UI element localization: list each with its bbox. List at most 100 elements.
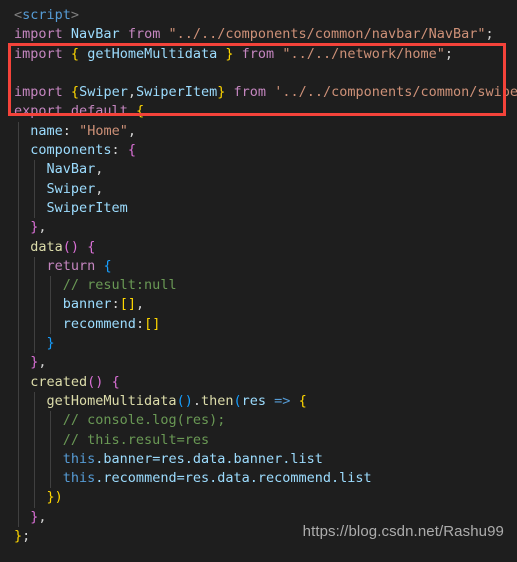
comment-console-log: // console.log(res); [62, 412, 226, 429]
code-line[interactable]: }) [0, 488, 517, 508]
brace-open: { [87, 238, 96, 255]
comment-result-null: // result:null [62, 277, 177, 294]
dot: . [192, 392, 201, 409]
code-line[interactable]: created() { [0, 372, 517, 392]
code-line[interactable]: name: "Home", [0, 121, 517, 142]
arrow-operator: => [274, 392, 291, 409]
indent-guide [18, 430, 19, 450]
code-line[interactable]: // result:null [0, 276, 517, 296]
parens: () [87, 373, 104, 390]
colon: : [111, 296, 120, 313]
comment-this-result: // this.result=res [62, 431, 210, 448]
brace-open: { [70, 45, 80, 62]
code-line[interactable]: recommend:[] [0, 314, 517, 335]
code-line[interactable]: data() { [0, 237, 517, 257]
indent-guide [18, 391, 19, 412]
keyword-import: import [14, 26, 63, 43]
parens: () [176, 392, 193, 409]
indent-guide [34, 334, 35, 354]
keyword-export: export [14, 103, 63, 120]
code-line-blank[interactable] [0, 64, 517, 83]
assignment-recommend: .recommend=res.data.recommend.list [95, 470, 372, 487]
code-line[interactable]: this.banner=res.data.banner.list [0, 449, 517, 470]
tag-open-bracket: < [14, 7, 23, 23]
script-tag-name: script [22, 7, 71, 23]
indent-guide [50, 430, 51, 450]
code-line[interactable]: banner:[], [0, 295, 517, 315]
indent-guide [50, 411, 51, 431]
indent-guide [18, 353, 19, 373]
comma: , [38, 508, 47, 525]
code-line[interactable]: Swiper, [0, 179, 517, 199]
code-line[interactable]: NavBar, [0, 160, 517, 180]
comma: , [127, 84, 136, 101]
comma: , [38, 219, 47, 236]
indent-guide [34, 160, 35, 180]
indent-guide [18, 295, 19, 315]
code-line[interactable]: components: { [0, 141, 517, 161]
indent-guide [18, 372, 19, 392]
indent-guide [18, 218, 19, 238]
indent-guide [18, 449, 19, 470]
paren-open: ( [233, 392, 242, 409]
code-line[interactable]: // this.result=res [0, 430, 517, 450]
brace-close: } [46, 335, 55, 352]
indent-guide [18, 334, 19, 354]
code-line[interactable]: import { getHomeMultidata } from "../../… [0, 45, 517, 64]
property-components: components [30, 142, 112, 159]
brace-open: { [103, 257, 112, 274]
component-swiperitem: SwiperItem [46, 199, 128, 216]
code-line[interactable]: <script> [0, 6, 517, 25]
closing-brace-paren: }) [46, 489, 63, 506]
component-navbar: NavBar [46, 161, 96, 178]
indent-guide [34, 256, 35, 277]
code-line[interactable]: } [0, 334, 517, 354]
comma: , [127, 122, 136, 139]
code-line[interactable]: export default { [0, 102, 517, 121]
code-content[interactable]: <script> import NavBar from "../../compo… [0, 0, 517, 562]
indent-guide [18, 256, 19, 277]
brace-open: { [127, 142, 136, 159]
code-line[interactable]: SwiperItem [0, 198, 517, 219]
code-line[interactable]: }, [0, 353, 517, 373]
keyword-from: from [127, 26, 161, 43]
comma: , [95, 161, 104, 178]
comma: , [95, 180, 104, 197]
code-line[interactable]: // console.log(res); [0, 411, 517, 431]
code-line[interactable]: return { [0, 256, 517, 277]
indent-guide [34, 469, 35, 489]
identifier-swiperitem: SwiperItem [135, 84, 218, 101]
code-line[interactable]: }, [0, 218, 517, 238]
brace-open: { [298, 392, 307, 409]
indent-guide [50, 314, 51, 335]
comma: , [135, 296, 145, 313]
method-created: created [30, 373, 88, 390]
keyword-return: return [46, 257, 96, 274]
array-brackets: [] [144, 315, 161, 332]
colon: : [62, 122, 71, 139]
code-line[interactable]: import NavBar from "../../components/com… [0, 25, 517, 44]
indent-guide [34, 488, 35, 508]
component-swiper: Swiper [46, 180, 96, 197]
brace-open: { [111, 373, 120, 390]
code-line[interactable]: this.recommend=res.data.recommend.list [0, 469, 517, 489]
code-line[interactable]: import {Swiper,SwiperItem} from '../../c… [0, 83, 517, 102]
brace-open: { [70, 84, 80, 101]
code-line[interactable]: getHomeMultidata().then(res => { [0, 391, 517, 412]
module-path-swiper: '../../components/common/swiper' [274, 84, 517, 101]
indent-guide [50, 295, 51, 315]
